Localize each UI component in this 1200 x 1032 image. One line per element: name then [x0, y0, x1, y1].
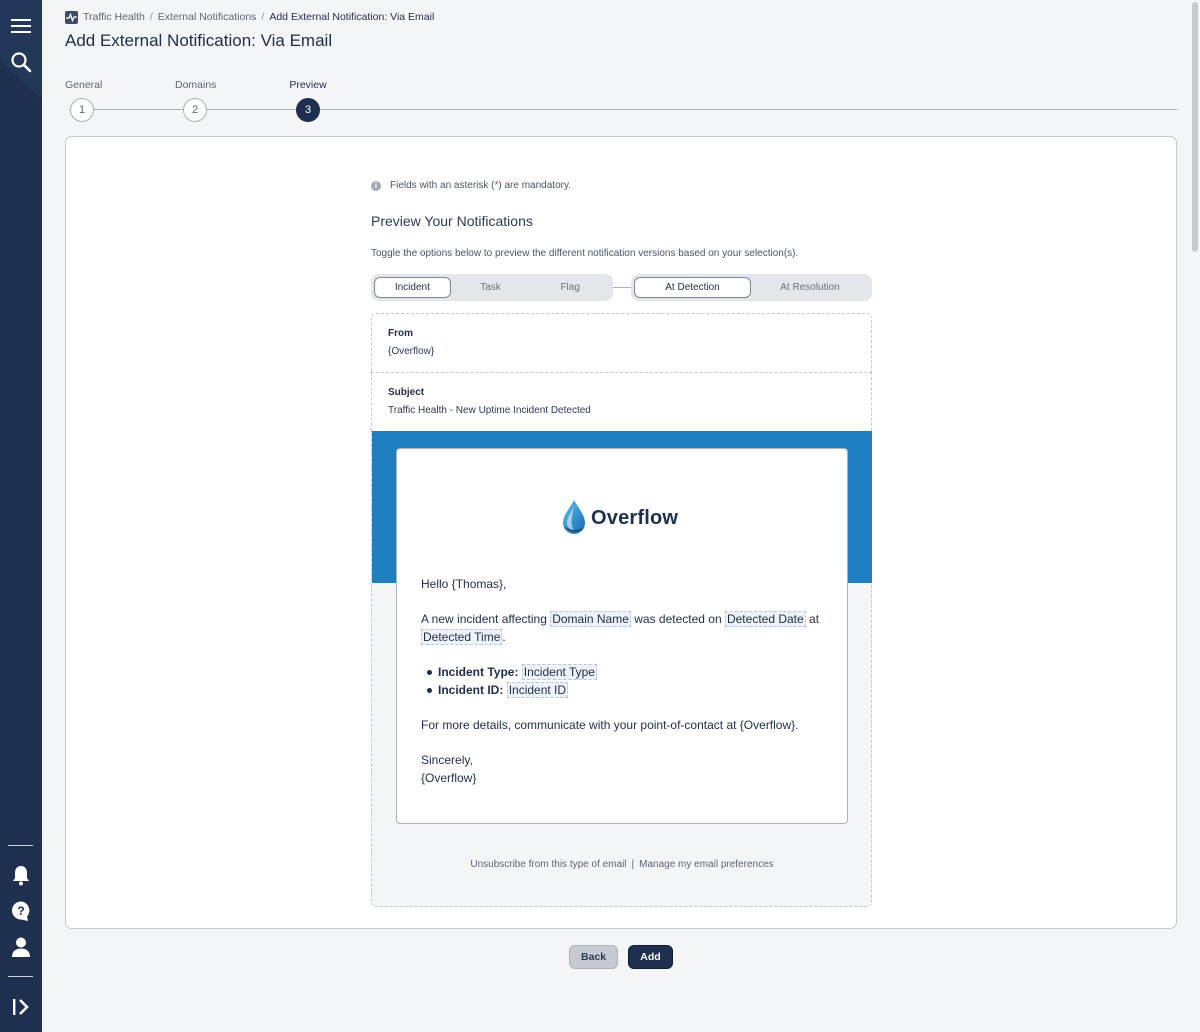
sidebar-divider — [8, 845, 33, 846]
toggle-flag[interactable]: Flag — [530, 277, 610, 298]
placeholder-incident-id: Incident ID — [506, 682, 569, 698]
subject-value: Traffic Health - New Uptime Incident Det… — [388, 405, 591, 416]
add-button[interactable]: Add — [628, 945, 673, 969]
toggle-at-detection[interactable]: At Detection — [634, 277, 751, 298]
scrollbar-thumb[interactable] — [1192, 2, 1198, 252]
breadcrumb: Traffic Health / External Notifications … — [65, 10, 434, 24]
step-label: Domains — [175, 79, 217, 91]
text-segment: was detected on — [630, 612, 725, 626]
step-preview[interactable]: Preview 3 — [289, 76, 327, 122]
email-closing: Sincerely, — [421, 753, 473, 767]
placeholder-domain-name: Domain Name — [550, 611, 631, 627]
placeholder-detected-time: Detected Time — [421, 629, 503, 645]
preview-title: Preview Your Notifications — [371, 213, 533, 229]
text-segment: . — [502, 630, 506, 644]
email-signature: {Overflow} — [421, 771, 477, 785]
back-button[interactable]: Back — [569, 945, 618, 969]
breadcrumb-separator: / — [261, 11, 265, 23]
text-segment: at — [805, 612, 820, 626]
incident-id-label: Incident ID: — [438, 683, 504, 697]
overflow-logo: Overflow — [561, 499, 678, 537]
email-footer: Unsubscribe from this type of email | Mana… — [372, 859, 872, 870]
email-body: Hello {Thomas}, A new incident affecting… — [421, 575, 831, 787]
footer-separator: | — [631, 859, 635, 870]
manage-preferences-link[interactable]: Manage my email preferences — [639, 859, 774, 870]
menu-icon[interactable] — [9, 14, 33, 38]
user-icon[interactable] — [9, 935, 33, 959]
stepper-line — [69, 109, 1177, 110]
toggle-incident[interactable]: Incident — [374, 277, 451, 298]
subject-label: Subject — [388, 387, 425, 398]
search-icon[interactable] — [9, 50, 33, 74]
water-drop-icon — [563, 500, 585, 534]
email-content-card: Overflow Hello {Thomas}, A new incident … — [396, 448, 848, 824]
help-icon[interactable]: ? — [9, 899, 33, 923]
breadcrumb-separator: / — [149, 11, 153, 23]
brand-name: Overflow — [591, 506, 679, 529]
step-number: 3 — [296, 98, 320, 122]
breadcrumb-traffic-health[interactable]: Traffic Health — [83, 11, 145, 23]
step-number: 1 — [70, 98, 94, 122]
unsubscribe-link[interactable]: Unsubscribe from this type of email — [470, 859, 626, 870]
sidebar: ? — [0, 0, 42, 1032]
email-details-line: For more details, communicate with your … — [421, 718, 799, 732]
email-greeting: Hello {Thomas}, — [421, 577, 507, 591]
placeholder-detected-date: Detected Date — [724, 611, 806, 627]
mandatory-note: i Fields with an asterisk (*) are mandat… — [371, 180, 571, 191]
step-label: General — [65, 79, 103, 91]
step-general[interactable]: General 1 — [65, 76, 103, 122]
toggle-task[interactable]: Task — [451, 277, 531, 298]
email-incident-line: A new incident affecting Domain Name was… — [421, 610, 831, 646]
from-field: From {Overflow} — [371, 313, 872, 373]
subject-field: Subject Traffic Health - New Uptime Inci… — [371, 372, 872, 431]
text-segment: A new incident affecting — [421, 612, 551, 626]
notification-type-toggle: Incident Task Flag — [371, 274, 613, 301]
incident-details-list: Incident Type: Incident Type Incident ID… — [421, 663, 831, 699]
toggle-at-resolution[interactable]: At Resolution — [751, 277, 869, 298]
expand-sidebar-icon[interactable] — [9, 995, 33, 1019]
email-preview: Overflow Hello {Thomas}, A new incident … — [371, 431, 872, 907]
preview-description: Toggle the options below to preview the … — [371, 248, 799, 259]
svg-text:?: ? — [17, 904, 24, 918]
sidebar-divider — [8, 976, 33, 977]
traffic-health-icon — [65, 10, 78, 24]
placeholder-incident-type: Incident Type — [521, 664, 597, 680]
form-card: i Fields with an asterisk (*) are mandat… — [65, 136, 1177, 929]
mandatory-text-prefix: Fields with an asterisk ( — [390, 180, 495, 191]
page-title: Add External Notification: Via Email — [65, 31, 333, 50]
notification-stage-toggle: At Detection At Resolution — [631, 274, 872, 301]
toggle-connector — [613, 287, 631, 288]
list-item: Incident Type: Incident Type — [421, 663, 831, 681]
from-value: {Overflow} — [388, 346, 435, 357]
stepper: General 1 Domains 2 Preview 3 — [65, 76, 1177, 126]
page-scrollbar[interactable] — [1190, 0, 1200, 1032]
incident-type-label: Incident Type: — [438, 665, 519, 679]
breadcrumb-external-notifications[interactable]: External Notifications — [158, 11, 257, 23]
bell-icon[interactable] — [9, 863, 33, 887]
step-label: Preview — [289, 79, 327, 91]
mandatory-text-suffix: ) are mandatory. — [498, 180, 572, 191]
step-number: 2 — [183, 98, 207, 122]
step-domains[interactable]: Domains 2 — [175, 76, 217, 122]
info-icon: i — [371, 180, 381, 191]
from-label: From — [388, 328, 413, 339]
breadcrumb-current: Add External Notification: Via Email — [269, 11, 435, 23]
list-item: Incident ID: Incident ID — [421, 681, 831, 699]
